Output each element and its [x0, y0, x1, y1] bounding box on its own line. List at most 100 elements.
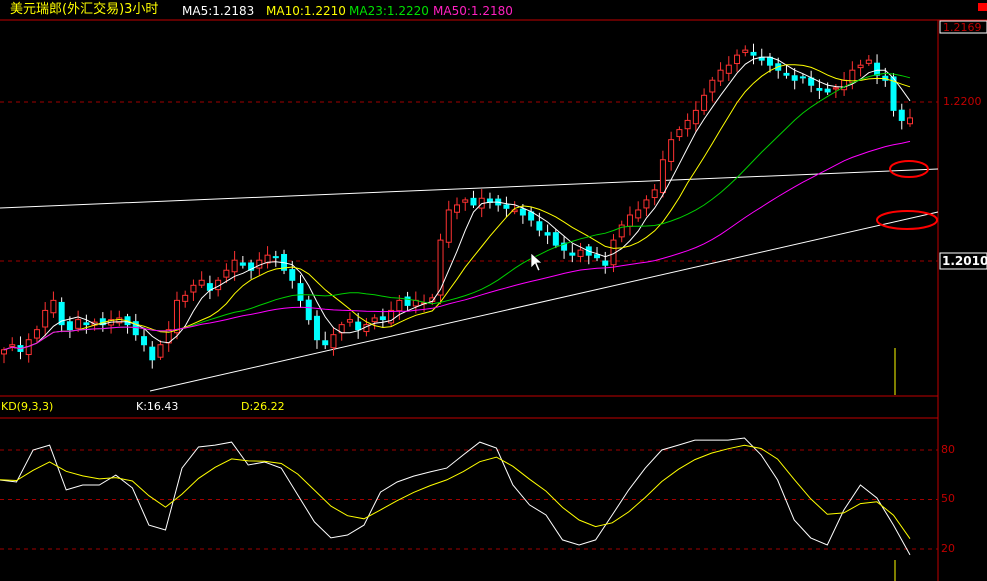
candle-down[interactable] — [379, 316, 386, 321]
ma50-label: MA50:1.2180 — [433, 4, 513, 18]
candle-up[interactable] — [223, 269, 230, 278]
chart-canvas[interactable] — [0, 0, 987, 581]
d-line — [0, 444, 911, 539]
candle-up[interactable] — [1, 349, 7, 355]
candle-down[interactable] — [536, 221, 543, 231]
candle-up[interactable] — [651, 189, 658, 199]
candle-down[interactable] — [791, 75, 798, 81]
candle-up[interactable] — [75, 319, 82, 329]
candle-up[interactable] — [659, 159, 666, 194]
candle-up[interactable] — [190, 284, 197, 293]
candle-up[interactable] — [330, 334, 337, 349]
candle-down[interactable] — [272, 256, 279, 259]
candle-down[interactable] — [149, 346, 156, 361]
kd-tick-20: 20 — [941, 542, 955, 555]
candle-up[interactable] — [9, 344, 16, 347]
lower-trendline[interactable] — [149, 211, 939, 392]
candle-down[interactable] — [239, 262, 246, 266]
candle-up[interactable] — [742, 49, 749, 53]
kd-title: KD(9,3,3) — [1, 400, 54, 413]
candle-down[interactable] — [83, 322, 90, 326]
upper-trendline[interactable] — [0, 168, 939, 209]
trendlines[interactable] — [0, 160, 939, 392]
candle-down[interactable] — [355, 321, 362, 331]
candle-up[interactable] — [734, 54, 741, 65]
candle-up[interactable] — [182, 294, 189, 302]
chart-title: 美元瑞郎(外汇交易)3小时 — [10, 2, 159, 17]
candle-down[interactable] — [799, 76, 806, 79]
candle-down[interactable] — [544, 232, 551, 236]
candle-up[interactable] — [42, 309, 49, 328]
candle-up[interactable] — [676, 129, 683, 138]
candle-down[interactable] — [816, 88, 823, 91]
candle-down[interactable] — [297, 283, 304, 301]
candle-down[interactable] — [766, 56, 773, 66]
candle-up[interactable] — [577, 249, 584, 257]
candle-down[interactable] — [519, 208, 526, 216]
highlight-ellipse-upper — [889, 160, 929, 178]
candle-up[interactable] — [173, 299, 180, 334]
candle-up[interactable] — [692, 109, 699, 125]
ma5-label: MA5:1.2183 — [182, 4, 255, 18]
candle-up[interactable] — [907, 117, 913, 125]
ma10-label: MA10:1.2210 — [266, 4, 346, 18]
candle-down[interactable] — [404, 296, 411, 306]
price-label-top: 1.2169 — [943, 21, 982, 34]
candle-down[interactable] — [141, 336, 148, 346]
candle-up[interactable] — [701, 94, 708, 111]
candle-up[interactable] — [50, 299, 57, 314]
kd-tick-50: 50 — [941, 492, 955, 505]
candle-up[interactable] — [717, 69, 724, 82]
candle-up[interactable] — [725, 64, 732, 74]
candle-down[interactable] — [552, 232, 559, 246]
candle-up[interactable] — [231, 259, 238, 273]
candle-up[interactable] — [371, 317, 378, 323]
candle-down[interactable] — [783, 72, 790, 76]
candle-up[interactable] — [346, 319, 353, 323]
candle-down[interactable] — [305, 299, 312, 321]
candle-up[interactable] — [462, 199, 469, 203]
candle-down[interactable] — [313, 315, 320, 341]
candle-up[interactable] — [396, 299, 403, 312]
ma50-line — [3, 140, 911, 351]
candle-up[interactable] — [437, 239, 444, 296]
candle-down[interactable] — [594, 254, 601, 259]
candle-down[interactable] — [808, 77, 815, 86]
candle-up[interactable] — [684, 119, 691, 130]
candle-up[interactable] — [626, 214, 633, 227]
ma23-label: MA23:1.2220 — [349, 4, 429, 18]
corner-marker — [978, 3, 987, 11]
candle-up[interactable] — [445, 209, 452, 243]
candle-up[interactable] — [198, 279, 205, 286]
candle-up[interactable] — [454, 204, 460, 213]
candle-up[interactable] — [635, 209, 642, 219]
k-line — [0, 437, 911, 556]
d-value: D:26.22 — [241, 400, 285, 413]
candle-up[interactable] — [832, 87, 839, 90]
candle-down[interactable] — [503, 204, 510, 209]
candle-up[interactable] — [865, 59, 872, 64]
candle-up[interactable] — [33, 329, 40, 339]
candle-down[interactable] — [874, 62, 881, 76]
candle-down[interactable] — [66, 321, 73, 331]
candle-up[interactable] — [157, 344, 164, 358]
candle-down[interactable] — [602, 260, 609, 266]
price-label-1-2200: 1.2200 — [943, 95, 982, 108]
candle-down[interactable] — [824, 88, 831, 93]
highlight-ellipse-lower — [876, 210, 938, 230]
candle-down[interactable] — [898, 109, 905, 121]
candle-up[interactable] — [709, 79, 716, 93]
current-price-label: 1.2010 — [942, 254, 987, 268]
candle-up[interactable] — [857, 64, 864, 69]
candle-down[interactable] — [289, 269, 296, 281]
candle-up[interactable] — [668, 139, 675, 162]
kd-lines — [0, 437, 911, 556]
candle-down[interactable] — [750, 51, 757, 56]
candle-down[interactable] — [470, 197, 477, 206]
kd-tick-80: 80 — [941, 443, 955, 456]
candle-up[interactable] — [643, 199, 650, 209]
candle-down[interactable] — [322, 340, 329, 346]
k-value: K:16.43 — [136, 400, 179, 413]
candle-down[interactable] — [569, 252, 576, 256]
candles — [1, 43, 913, 369]
